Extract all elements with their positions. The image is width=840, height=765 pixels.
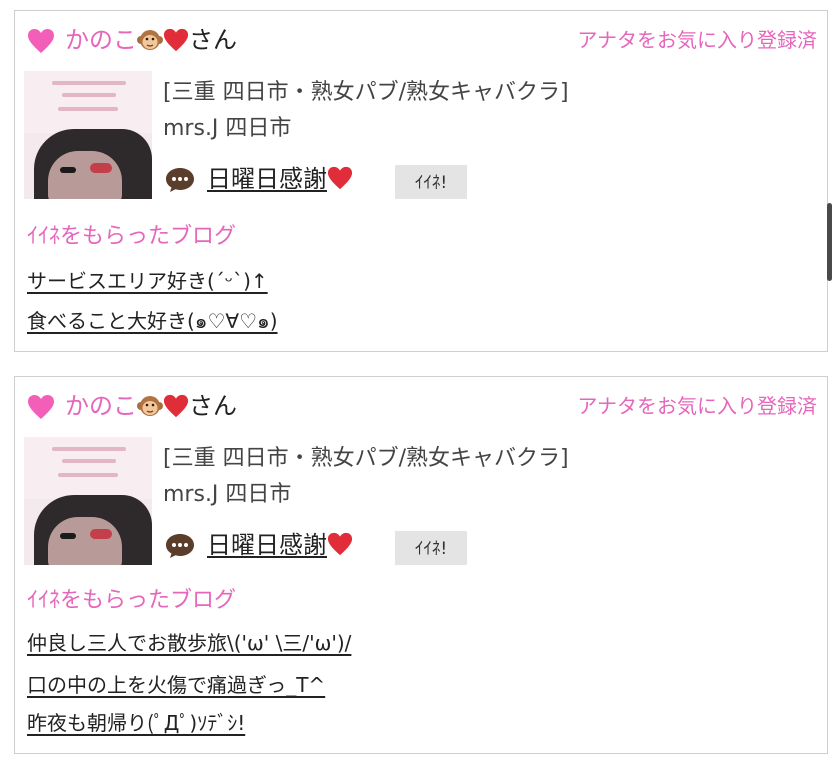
photo-banner-line	[52, 81, 126, 85]
photo-banner-line	[52, 447, 126, 451]
blog-title-link[interactable]: 日曜日感謝	[207, 530, 353, 560]
photo-accent	[90, 529, 112, 539]
user-link[interactable]: かのこ さん	[65, 25, 237, 55]
user-suffix: さん	[189, 392, 237, 420]
photo-banner-line	[62, 459, 116, 463]
monkey-face-icon	[137, 30, 163, 50]
photo-face	[48, 151, 122, 199]
scrollbar[interactable]	[827, 203, 832, 281]
photo-eye	[60, 533, 76, 539]
photo-banner-line	[58, 107, 118, 111]
like-button[interactable]: ｲｲﾈ!	[395, 165, 467, 199]
photo-accent	[90, 163, 112, 173]
blog-title-link[interactable]: 日曜日感謝	[207, 164, 353, 194]
user-suffix: さん	[189, 26, 237, 54]
liked-blogs-heading: ｲｲﾈをもらったブログ	[27, 588, 237, 613]
like-button[interactable]: ｲｲﾈ!	[395, 531, 467, 565]
shop-category: [三重 四日市・熟女パブ/熟女キャバクラ]	[163, 80, 569, 105]
card-header: かのこ さん アナタをお気に入り登録済	[27, 391, 817, 425]
favorite-status-link[interactable]: アナタをお気に入り登録済	[577, 393, 817, 419]
monkey-face-icon	[137, 396, 163, 416]
profile-photo[interactable]	[24, 437, 152, 565]
red-heart-icon	[163, 28, 189, 52]
profile-photo[interactable]	[24, 71, 152, 199]
speech-bubble-icon	[166, 168, 194, 192]
liked-post-link[interactable]: 口の中の上を火傷で痛過ぎっ_T^	[27, 672, 325, 698]
photo-banner-line	[62, 93, 116, 97]
red-heart-icon	[163, 394, 189, 418]
liked-post-link[interactable]: サービスエリア好き(ˊᵕˋ)↑	[27, 268, 268, 294]
user-name[interactable]: かのこ	[65, 392, 137, 420]
pink-heart-icon	[28, 29, 54, 53]
photo-eye	[60, 167, 76, 173]
liked-post-link[interactable]: 昨夜も朝帰り(ﾟДﾟ)ｿﾃﾞｼ!	[27, 710, 245, 736]
favorite-status-link[interactable]: アナタをお気に入り登録済	[577, 27, 817, 53]
speech-bubble-icon	[166, 534, 194, 558]
user-link[interactable]: かのこ さん	[65, 391, 237, 421]
liked-post-link[interactable]: 仲良し三人でお散歩旅\('ω' \三/'ω')/	[27, 630, 351, 656]
liked-post-link[interactable]: 食べること大好き(๑♡∀♡๑)	[27, 308, 278, 334]
shop-name: mrs.J 四日市	[163, 116, 292, 141]
photo-banner-line	[58, 473, 118, 477]
shop-name: mrs.J 四日市	[163, 482, 292, 507]
user-card: かのこ さん アナタをお気に入り登録済 [三重 四日市・熟女パブ/熟女キャバクラ…	[14, 10, 828, 352]
card-header: かのこ さん アナタをお気に入り登録済	[27, 25, 817, 59]
red-heart-icon	[327, 532, 353, 556]
photo-face	[48, 517, 122, 565]
red-heart-icon	[327, 166, 353, 190]
pink-heart-icon	[28, 395, 54, 419]
user-card: かのこ さん アナタをお気に入り登録済 [三重 四日市・熟女パブ/熟女キャバクラ…	[14, 376, 828, 754]
blog-title-text[interactable]: 日曜日感謝	[207, 165, 327, 193]
shop-category: [三重 四日市・熟女パブ/熟女キャバクラ]	[163, 446, 569, 471]
blog-title-text[interactable]: 日曜日感謝	[207, 531, 327, 559]
liked-blogs-heading: ｲｲﾈをもらったブログ	[27, 224, 237, 249]
user-name[interactable]: かのこ	[65, 26, 137, 54]
